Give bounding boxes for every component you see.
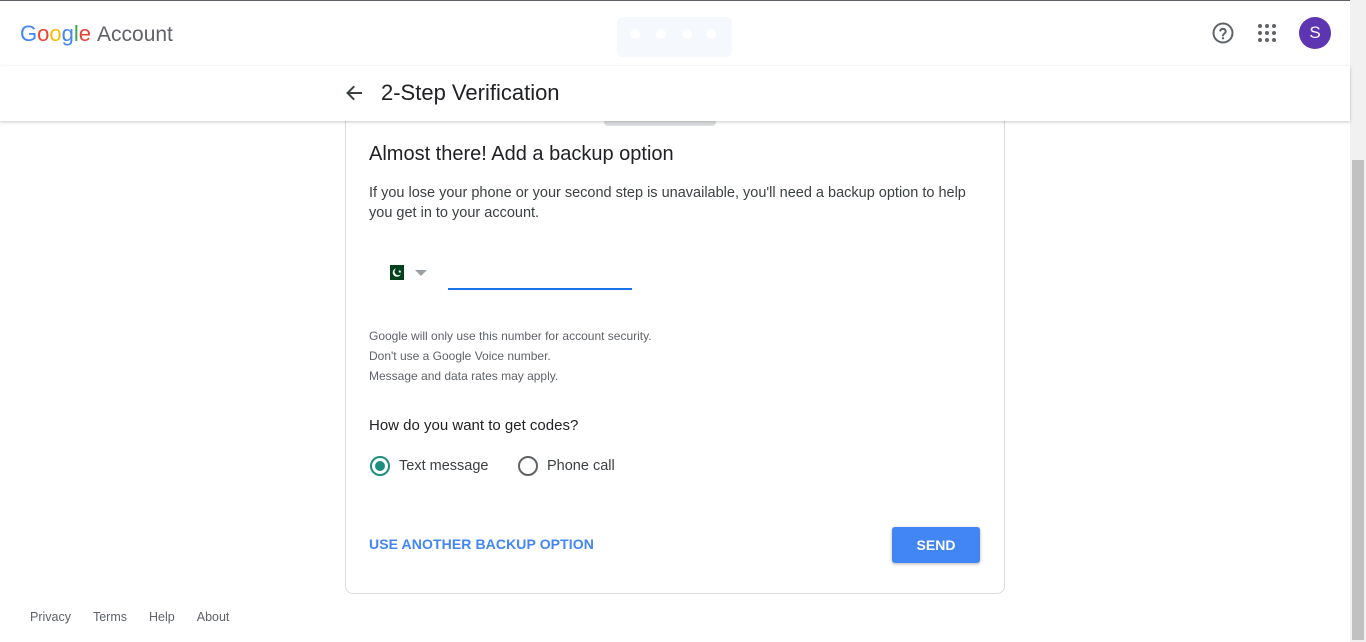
- apps-button[interactable]: [1251, 17, 1283, 49]
- logo-letter: g: [61, 21, 74, 46]
- avatar-initial: S: [1309, 23, 1321, 42]
- apps-grid-icon: [1258, 24, 1276, 42]
- footer-links: Privacy Terms Help About: [30, 610, 251, 624]
- footer-link-about[interactable]: About: [197, 610, 230, 624]
- footer-link-help[interactable]: Help: [149, 610, 175, 624]
- note-line: Message and data rates may apply.: [369, 369, 559, 383]
- scrollbar-thumb[interactable]: [1352, 160, 1364, 640]
- country-code-select[interactable]: [385, 265, 427, 280]
- dropdown-arrow-icon: [415, 269, 427, 276]
- radio-button-checked[interactable]: [370, 456, 390, 476]
- use-another-backup-option-link[interactable]: USE ANOTHER BACKUP OPTION: [369, 536, 594, 552]
- background-dot: [682, 29, 692, 39]
- background-dot: [630, 29, 640, 39]
- background-dot: [706, 29, 716, 39]
- help-circle-icon: [1212, 22, 1234, 44]
- page-header: 2-Step Verification: [0, 66, 1350, 121]
- pakistan-flag-icon: [385, 265, 404, 280]
- phone-number-input[interactable]: [448, 262, 632, 290]
- header-actions: S: [1195, 17, 1331, 49]
- arrow-back-icon: [346, 85, 362, 101]
- send-button[interactable]: SEND: [892, 527, 980, 563]
- logo-letter: e: [78, 21, 92, 46]
- card-description: If you lose your phone or your second st…: [369, 185, 966, 221]
- radio-phone-call[interactable]: Phone call: [518, 456, 615, 476]
- back-button[interactable]: [341, 80, 367, 106]
- card-title: Almost there! Add a backup option: [369, 143, 674, 165]
- google-wordmark: Google: [20, 21, 91, 47]
- note-line: Google will only use this number for acc…: [369, 329, 652, 343]
- radio-button-unchecked[interactable]: [518, 456, 538, 476]
- footer-link-terms[interactable]: Terms: [93, 610, 127, 624]
- phone-notes: Google will only use this number for acc…: [369, 326, 652, 386]
- logo-letter: o: [37, 21, 50, 46]
- radio-label: Text message: [399, 458, 489, 474]
- note-line: Don't use a Google Voice number.: [369, 349, 551, 363]
- radio-text-message[interactable]: Text message: [370, 456, 488, 476]
- help-button[interactable]: [1207, 17, 1239, 49]
- product-name: Account: [97, 23, 173, 46]
- background-dot: [656, 29, 666, 39]
- radio-label: Phone call: [547, 458, 615, 474]
- footer-link-privacy[interactable]: Privacy: [30, 610, 71, 624]
- page-title: 2-Step Verification: [381, 80, 560, 105]
- logo-letter: o: [49, 21, 62, 46]
- code-method-question: How do you want to get codes?: [369, 417, 579, 434]
- logo-letter: G: [20, 21, 38, 46]
- google-account-logo[interactable]: Google Account: [20, 21, 173, 47]
- top-app-bar: Google Account S: [0, 0, 1350, 66]
- avatar[interactable]: S: [1299, 17, 1331, 49]
